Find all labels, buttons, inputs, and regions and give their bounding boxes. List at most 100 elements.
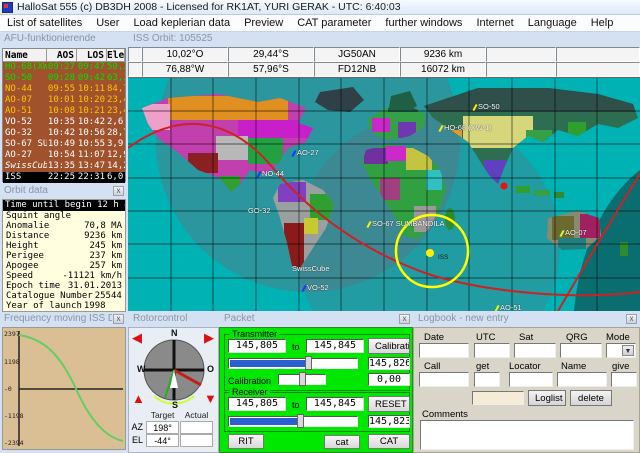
compass-east: O	[207, 364, 214, 374]
menu-internet[interactable]: Internet	[469, 16, 520, 30]
name-label: Name	[561, 361, 586, 372]
cat-stop-button[interactable]: cat stop	[324, 435, 360, 449]
orbit-row-label: Height	[6, 241, 39, 251]
logbook-panel-close-icon[interactable]: x	[626, 314, 637, 324]
chevron-down-icon[interactable]: ▼	[622, 345, 634, 356]
map-label-so67[interactable]: SO-67 SUMBANDILA	[368, 219, 445, 228]
menu-preview[interactable]: Preview	[237, 16, 290, 30]
az-actual-value	[180, 421, 213, 434]
obs-latitude: 57,96°S	[228, 62, 314, 77]
iss-position-dot	[426, 249, 434, 257]
freq-panel-close-icon[interactable]: x	[113, 314, 124, 324]
sat-panel-title: AFU-funktionierende	[4, 33, 124, 44]
sat-marker-icon	[301, 284, 306, 291]
mode-select[interactable]: ▼	[606, 343, 636, 358]
orbit-row-value: 245 km	[89, 241, 122, 251]
table-row[interactable]: SwissCube13:3513:4714,2	[3, 161, 125, 172]
orbit-row-label: Epoch time	[6, 281, 60, 291]
rx-from-input[interactable]: 145,805	[228, 397, 286, 411]
table-row[interactable]: GO-3210:4210:5628,7	[3, 128, 125, 139]
calibration-button[interactable]: Calibration	[368, 338, 410, 354]
el-target-value[interactable]: -44°	[146, 434, 179, 447]
map-label-ao27[interactable]: AO-27	[293, 148, 319, 157]
rit-button[interactable]: RIT	[228, 434, 264, 449]
orbit-countdown: Time until begin 12 h 45 min	[3, 200, 125, 211]
get-field[interactable]	[474, 372, 500, 387]
tx-frequency-slider[interactable]	[228, 358, 358, 369]
menu-list-of-satellites[interactable]: List of satellites	[0, 16, 89, 30]
table-row[interactable]: AO-5110:0810:2123,4	[3, 106, 125, 117]
menu-user[interactable]: User	[89, 16, 126, 30]
compass-north: N	[171, 328, 178, 338]
az-target-value[interactable]: 198°	[146, 421, 179, 434]
call-field[interactable]	[419, 372, 469, 387]
table-row[interactable]: VO-5210:3510:422,6	[3, 117, 125, 128]
y-tick: -1198	[4, 412, 24, 420]
locator-field[interactable]	[509, 372, 553, 387]
table-row[interactable]: HO-68(XW-109:2709:4750,2	[3, 62, 125, 73]
orbit-row-label: Speed	[6, 271, 33, 281]
reset-button[interactable]: RESET	[368, 396, 410, 412]
table-row[interactable]: AO-0710:0110:2023,4	[3, 95, 125, 106]
table-row[interactable]: SO-67 SUM10:4910:553,9	[3, 139, 125, 150]
tx-to-input[interactable]: 145,845	[306, 339, 364, 353]
transmitter-label: Transmitter	[230, 330, 279, 339]
packet-panel-close-icon[interactable]: x	[399, 314, 410, 324]
map-panel-title: ISS Orbit: 105525	[133, 33, 383, 44]
menu-cat-parameter[interactable]: CAT parameter	[290, 16, 378, 30]
date-label: Date	[424, 332, 444, 343]
orbit-row-label: Distance	[6, 231, 49, 241]
rx-to-word: to	[292, 400, 300, 410]
obs-locator: FD12NB	[314, 62, 400, 77]
doppler-graph: 2397 1198 -0 -1198 -2394	[2, 327, 126, 450]
qrg-field[interactable]	[560, 343, 602, 358]
sat-marker-icon	[494, 304, 499, 311]
table-row[interactable]: SO-5009:2809:4263,3	[3, 73, 125, 84]
table-row[interactable]: AO-2710:5411:0712,9	[3, 150, 125, 161]
comments-textarea[interactable]	[420, 420, 634, 450]
world-map-svg	[128, 78, 640, 311]
cat-onoff-button[interactable]: CAT on/off	[368, 434, 410, 449]
orbit-row-label: Catalogue Number	[6, 291, 93, 301]
map-label-go32[interactable]: GO-32	[248, 206, 271, 215]
menu-language[interactable]: Language	[521, 16, 584, 30]
map-label-vo52[interactable]: VO-52	[303, 283, 329, 292]
date-field[interactable]	[419, 343, 469, 358]
calibration-slider[interactable]	[278, 374, 326, 385]
y-tick: -2394	[4, 439, 24, 447]
map-label-so50[interactable]: SO-50	[474, 102, 500, 111]
map-label-swisscube[interactable]: SwissCube	[292, 264, 330, 273]
menu-load-keplerian-data[interactable]: Load keplerian data	[126, 16, 237, 30]
utc-field[interactable]	[474, 343, 510, 358]
rx-to-input[interactable]: 145,845	[306, 397, 364, 411]
obs-longitude: 76,88°W	[142, 62, 228, 77]
search-field[interactable]	[472, 391, 524, 405]
tx-from-input[interactable]: 145,805	[228, 339, 286, 353]
map-label-iss[interactable]: ISS	[438, 254, 448, 261]
app-window: HalloSat 555 (c) DB3DH 2008 - Licensed f…	[0, 0, 640, 453]
map-label-ao07[interactable]: AO-07	[561, 228, 587, 237]
window-title: HalloSat 555 (c) DB3DH 2008 - Licensed f…	[17, 1, 401, 13]
sat-marker-icon	[366, 220, 371, 227]
map-label-ao51[interactable]: AO-51	[496, 303, 522, 312]
menu-further-windows[interactable]: further windows	[378, 16, 469, 30]
sat-longitude: 10,02°O	[142, 47, 228, 62]
table-row[interactable]: NO-4409:5510:1184,7	[3, 84, 125, 95]
locator-label: Locator	[509, 361, 541, 372]
name-field[interactable]	[557, 372, 607, 387]
col-ele: Ele	[107, 49, 125, 62]
loglist-button[interactable]: Loglist	[528, 390, 566, 406]
orbit-panel-close-icon[interactable]: x	[113, 186, 124, 196]
map-label-ho68[interactable]: HO-68 (XW-1)	[440, 123, 492, 132]
give-field[interactable]	[611, 372, 637, 387]
delete-button[interactable]: delete	[570, 390, 612, 406]
menu-help[interactable]: Help	[584, 16, 621, 30]
orbit-data-panel: Time until begin 12 h 45 min Squint angl…	[2, 199, 126, 312]
rx-frequency-slider[interactable]	[228, 416, 358, 427]
mode-label: Mode	[606, 332, 630, 343]
sat-field[interactable]	[514, 343, 556, 358]
table-row-iss-selected[interactable]: ISS22:2522:316,0	[3, 172, 125, 183]
map-label-no44[interactable]: NO-44	[258, 169, 284, 178]
orbit-row-value: 1998	[84, 301, 106, 311]
sat-locator: JG50AN	[314, 47, 400, 62]
